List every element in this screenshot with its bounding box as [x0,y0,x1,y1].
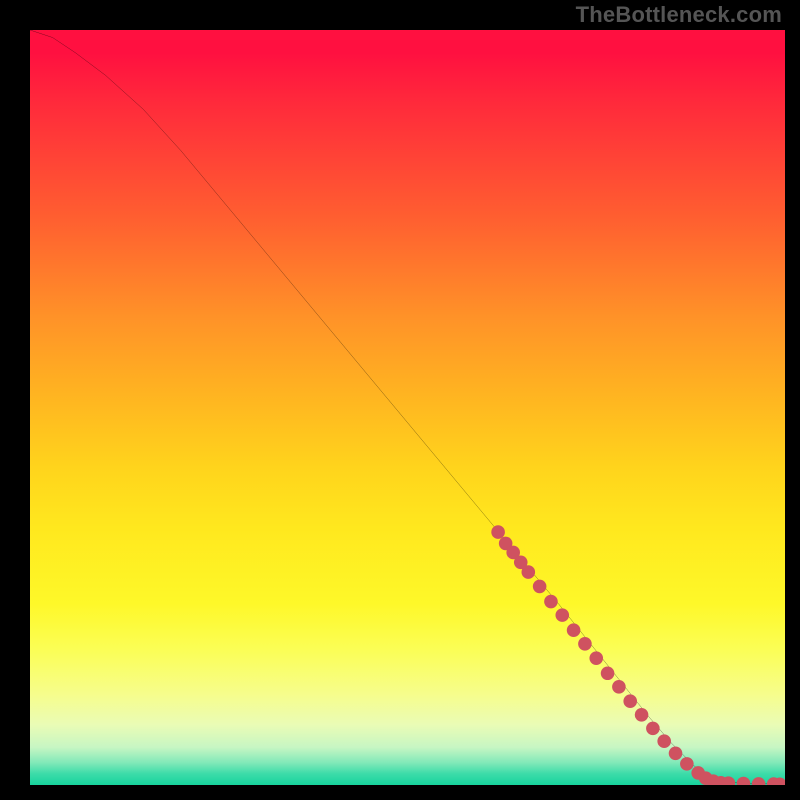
data-marker [623,694,637,708]
data-marker [491,525,505,539]
data-marker [533,580,547,594]
data-marker [589,651,603,665]
watermark-text: TheBottleneck.com [576,2,782,28]
data-marker [578,637,592,651]
data-marker [612,680,626,694]
data-marker [657,734,671,748]
curve-line [30,30,785,784]
data-marker [646,722,660,736]
data-marker [737,777,751,785]
data-marker [555,608,569,622]
data-marker [669,746,683,760]
data-marker [752,777,766,785]
data-marker [635,708,649,722]
data-marker [680,757,694,771]
plot-area [30,30,785,785]
chart-svg [30,30,785,785]
chart-container: TheBottleneck.com [0,0,800,800]
data-marker [522,565,536,579]
data-marker [601,666,615,680]
data-markers [491,525,785,785]
data-marker [544,595,558,609]
data-marker [567,623,581,637]
